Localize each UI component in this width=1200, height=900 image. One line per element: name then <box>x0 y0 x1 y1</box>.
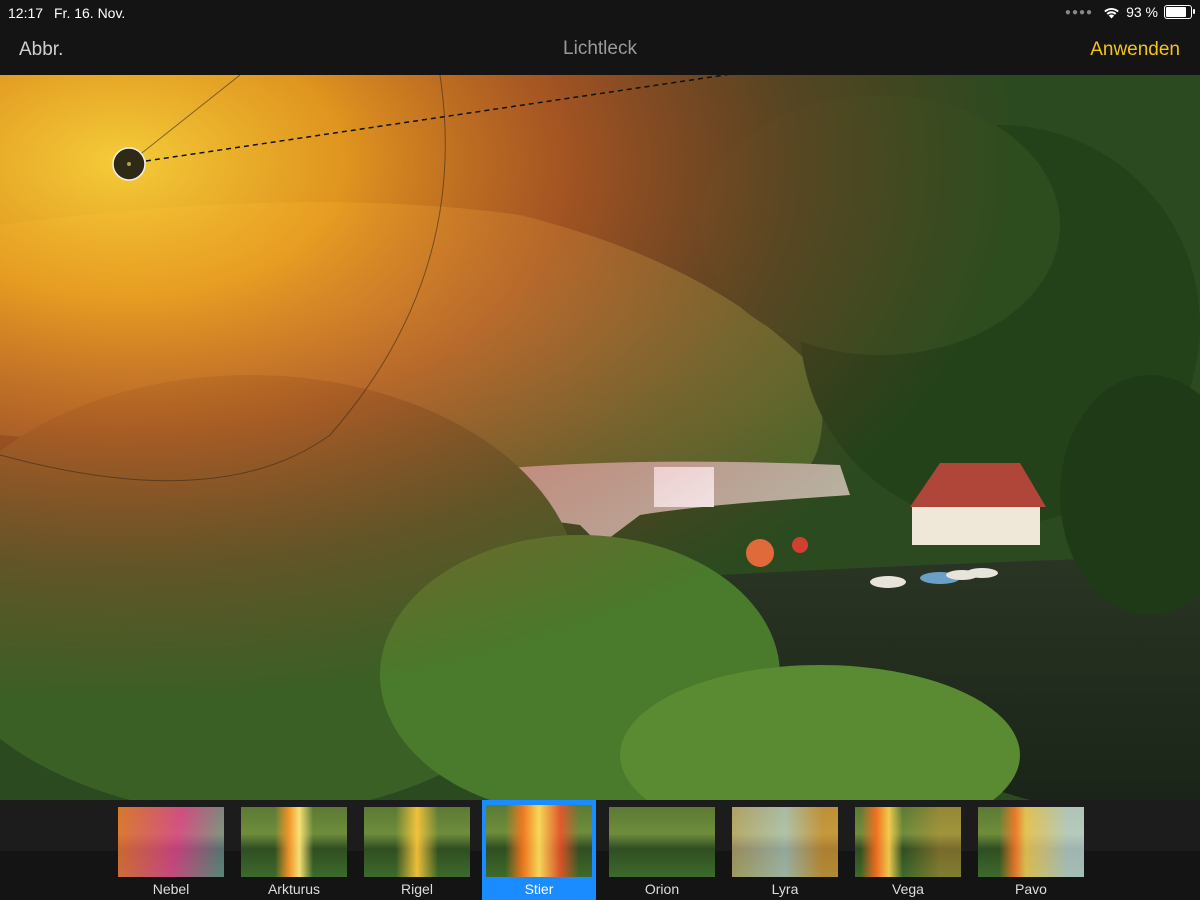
filter-label: Pavo <box>1015 881 1047 897</box>
filter-thumbnail <box>364 807 470 877</box>
filter-item-stier[interactable]: Stier <box>482 800 596 900</box>
status-bar: 12:17 Fr. 16. Nov. ●●●● 93 % <box>0 0 1200 26</box>
signal-icon: ●●●● <box>1064 6 1094 18</box>
filter-item-vega[interactable]: Vega <box>851 800 965 900</box>
filter-thumbnail <box>732 807 838 877</box>
filter-item-lyra[interactable]: Lyra <box>728 800 842 900</box>
battery-icon <box>1164 5 1195 19</box>
wifi-icon <box>1104 7 1119 18</box>
photo-canvas[interactable] <box>0 75 1200 800</box>
filter-item-orion[interactable]: Orion <box>605 800 719 900</box>
filter-label: Stier <box>524 881 554 897</box>
battery-fill <box>1166 7 1187 17</box>
filter-thumbnail <box>486 805 592 877</box>
filter-thumbnail <box>241 807 347 877</box>
filter-label: Rigel <box>401 881 433 897</box>
filter-label: Lyra <box>771 881 799 897</box>
filter-thumbnail <box>609 807 715 877</box>
filter-thumbnail <box>978 807 1084 877</box>
filter-item-arkturus[interactable]: Arkturus <box>237 800 351 900</box>
filter-item-pavo[interactable]: Pavo <box>974 800 1088 900</box>
filter-label: Nebel <box>152 881 190 897</box>
filter-thumbnail <box>855 807 961 877</box>
photo-image <box>0 75 1200 800</box>
nav-bar: Abbr. Lichtleck Anwenden <box>0 26 1200 75</box>
page-title: Lichtleck <box>563 38 637 59</box>
apply-button[interactable]: Anwenden <box>1090 39 1180 61</box>
status-right: ●●●● 93 % <box>1064 4 1195 20</box>
filter-label: Vega <box>892 881 924 897</box>
filter-item-nebel[interactable]: Nebel <box>114 800 228 900</box>
filter-strip: Nebel Arkturus Rigel Stier Orion Lyra Vega Pavo <box>0 800 1200 900</box>
filter-thumbnail <box>118 807 224 877</box>
filter-item-rigel[interactable]: Rigel <box>360 800 474 900</box>
app-window: 12:17 Fr. 16. Nov. ●●●● 93 % Abbr. Licht… <box>0 0 1200 900</box>
status-time: 12:17 <box>8 5 44 21</box>
flare-handle[interactable] <box>112 147 146 181</box>
filter-label: Orion <box>644 881 680 897</box>
filter-label: Arkturus <box>267 881 321 897</box>
battery-percent: 93 % <box>1126 4 1158 20</box>
status-date: Fr. 16. Nov. <box>54 5 126 21</box>
